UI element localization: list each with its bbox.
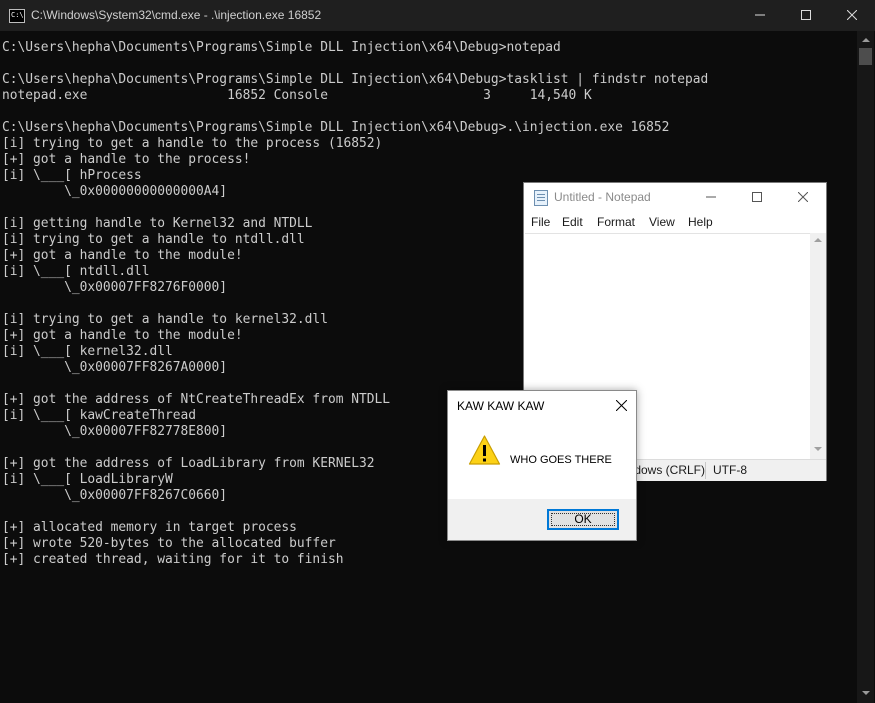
- cmd-close-button[interactable]: [829, 0, 875, 31]
- message-box-text: WHO GOES THERE: [510, 454, 612, 466]
- cmd-titlebar[interactable]: C:\Windows\System32\cmd.exe - .\injectio…: [0, 0, 875, 31]
- console-line: [+] allocated memory in target process: [2, 520, 297, 535]
- menu-file[interactable]: File: [531, 215, 550, 229]
- status-encoding: UTF-8: [713, 463, 747, 477]
- close-icon: [798, 192, 808, 202]
- notepad-title: Untitled - Notepad: [554, 190, 651, 204]
- notepad-close-button[interactable]: [780, 183, 826, 213]
- notepad-icon[interactable]: [534, 190, 548, 206]
- cmd-minimize-button[interactable]: [737, 0, 783, 31]
- message-box-footer: OK: [448, 499, 636, 540]
- console-line: C:\Users\hepha\Documents\Programs\Simple…: [2, 40, 561, 55]
- scroll-down-arrow-icon[interactable]: [857, 687, 874, 699]
- notepad-scrollbar[interactable]: [810, 233, 826, 459]
- cmd-app-icon[interactable]: [9, 9, 25, 23]
- close-icon: [847, 10, 857, 20]
- message-box-dialog: KAW KAW KAW WHO GOES THERE OK: [447, 390, 637, 541]
- notepad-minimize-button[interactable]: [688, 183, 734, 213]
- console-line: C:\Users\hepha\Documents\Programs\Simple…: [2, 120, 670, 135]
- warning-icon: [468, 435, 501, 465]
- menu-view[interactable]: View: [649, 215, 675, 229]
- message-box-close-button[interactable]: [608, 391, 636, 421]
- menu-edit[interactable]: Edit: [562, 215, 583, 229]
- cmd-scrollbar-thumb[interactable]: [859, 48, 872, 65]
- minimize-icon: [755, 14, 765, 16]
- cmd-maximize-button[interactable]: [783, 0, 829, 31]
- message-box-body: WHO GOES THERE: [448, 421, 636, 499]
- console-line: \_0x00007FF8267C0660]: [2, 488, 228, 503]
- menu-help[interactable]: Help: [688, 215, 713, 229]
- message-box-title: KAW KAW KAW: [457, 399, 545, 413]
- notepad-maximize-button[interactable]: [734, 183, 780, 213]
- notepad-titlebar[interactable]: Untitled - Notepad: [524, 183, 826, 213]
- close-icon: [616, 400, 627, 411]
- notepad-menubar: File Edit Format View Help: [524, 213, 826, 233]
- status-divider: [705, 462, 706, 479]
- cmd-window-title: C:\Windows\System32\cmd.exe - .\injectio…: [31, 8, 322, 22]
- console-line: [+] got a handle to the process!: [2, 152, 251, 167]
- console-line: notepad.exe 16852 Console 3 14,540 K: [2, 88, 592, 103]
- console-line: [+] wrote 520-bytes to the allocated buf…: [2, 536, 336, 551]
- console-line: [+] created thread, waiting for it to fi…: [2, 552, 344, 567]
- minimize-icon: [706, 196, 716, 198]
- scroll-up-arrow-icon[interactable]: [857, 35, 874, 45]
- message-box-titlebar[interactable]: KAW KAW KAW: [448, 391, 636, 421]
- maximize-icon: [801, 10, 811, 20]
- ok-button[interactable]: OK: [547, 509, 619, 530]
- console-line: C:\Users\hepha\Documents\Programs\Simple…: [2, 72, 709, 87]
- console-line: [i] trying to get a handle to the proces…: [2, 136, 383, 151]
- menu-format[interactable]: Format: [597, 215, 635, 229]
- cmd-scrollbar[interactable]: [857, 31, 874, 703]
- maximize-icon: [752, 192, 762, 202]
- ok-button-label: OK: [574, 512, 592, 526]
